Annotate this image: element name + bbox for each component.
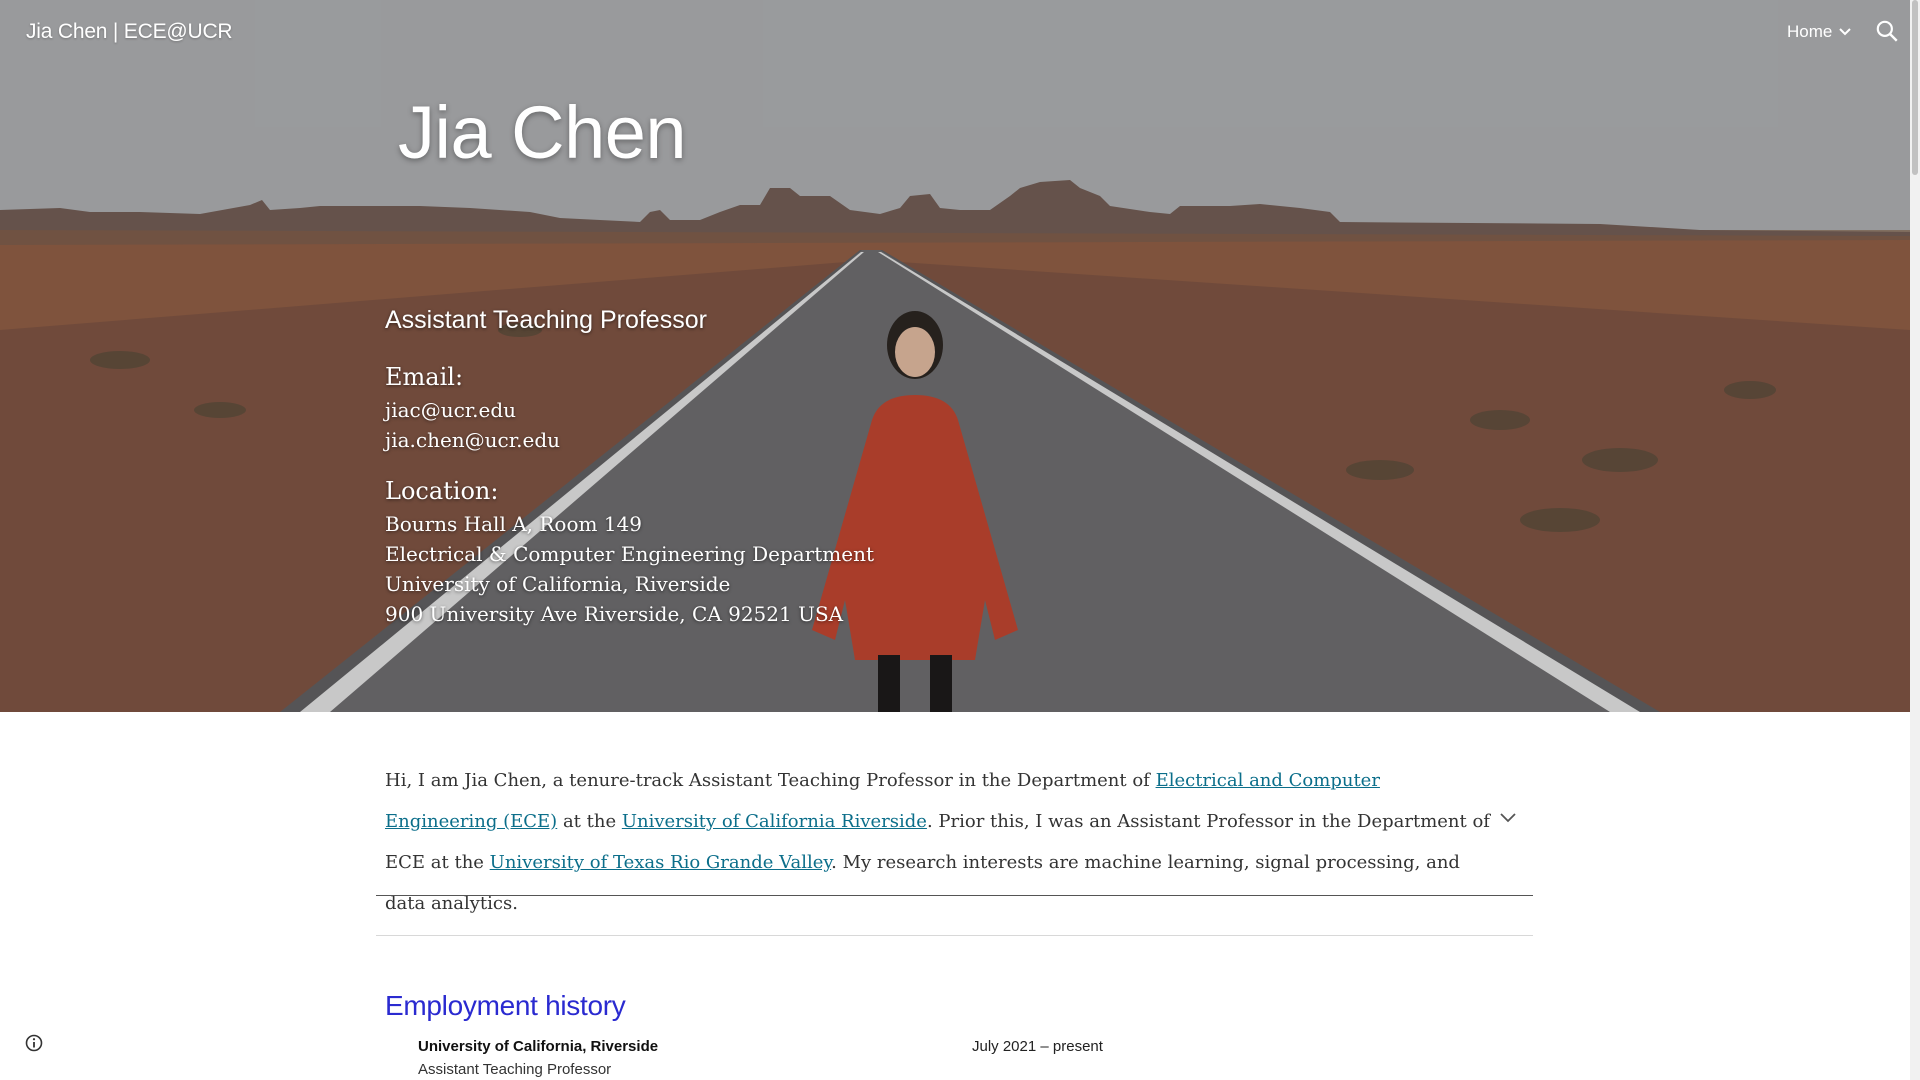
info-icon[interactable] <box>24 1033 44 1053</box>
hero-role: Assistant Teaching Professor <box>385 306 707 334</box>
nav-home-menu[interactable]: Home <box>1787 22 1852 42</box>
chevron-down-icon[interactable] <box>1838 25 1852 39</box>
site-title[interactable]: Jia Chen | ECE@UCR <box>26 20 233 44</box>
collapse-toggle-icon[interactable] <box>1498 808 1518 828</box>
hero-contact-info: Assistant Teaching Professor Email: jiac… <box>385 306 874 651</box>
email-primary: jiac@ucr.edu <box>385 398 517 422</box>
employment-org: University of California, Riverside <box>418 1038 659 1055</box>
employment-history-heading: Employment history <box>385 990 626 1021</box>
link-ut-rio-grande-valley[interactable]: University of Texas Rio Grande Valley <box>490 852 831 873</box>
employment-dates: July 2021 – present <box>972 1038 1103 1055</box>
location-line-department: Electrical & Computer Engineering Depart… <box>385 542 874 566</box>
search-icon[interactable] <box>1874 18 1900 44</box>
employment-role: Assistant Teaching Professor <box>418 1061 612 1078</box>
nav-home-label[interactable]: Home <box>1787 22 1832 42</box>
hero-name: Jia Chen <box>398 91 687 174</box>
location-heading: Location: <box>385 477 499 505</box>
intro-paragraph: Hi, I am Jia Chen, a tenure-track Assist… <box>385 770 1490 914</box>
location-line-address: 900 University Ave Riverside, CA 92521 U… <box>385 602 844 626</box>
location-line-room: Bourns Hall A, Room 149 <box>385 512 642 536</box>
hero-banner: Jia Chen | ECE@UCR Home Jia Chen Assista… <box>0 0 1910 712</box>
email-secondary: jia.chen@ucr.edu <box>385 428 560 452</box>
email-heading: Email: <box>385 363 464 391</box>
link-uc-riverside[interactable]: University of California Riverside <box>622 811 927 832</box>
page-scrollbar[interactable] <box>1910 0 1920 1080</box>
scrollbar-thumb[interactable] <box>1912 0 1918 175</box>
section-divider <box>376 895 1533 896</box>
location-line-university: University of California, Riverside <box>385 572 731 596</box>
section-divider-light <box>376 935 1533 936</box>
